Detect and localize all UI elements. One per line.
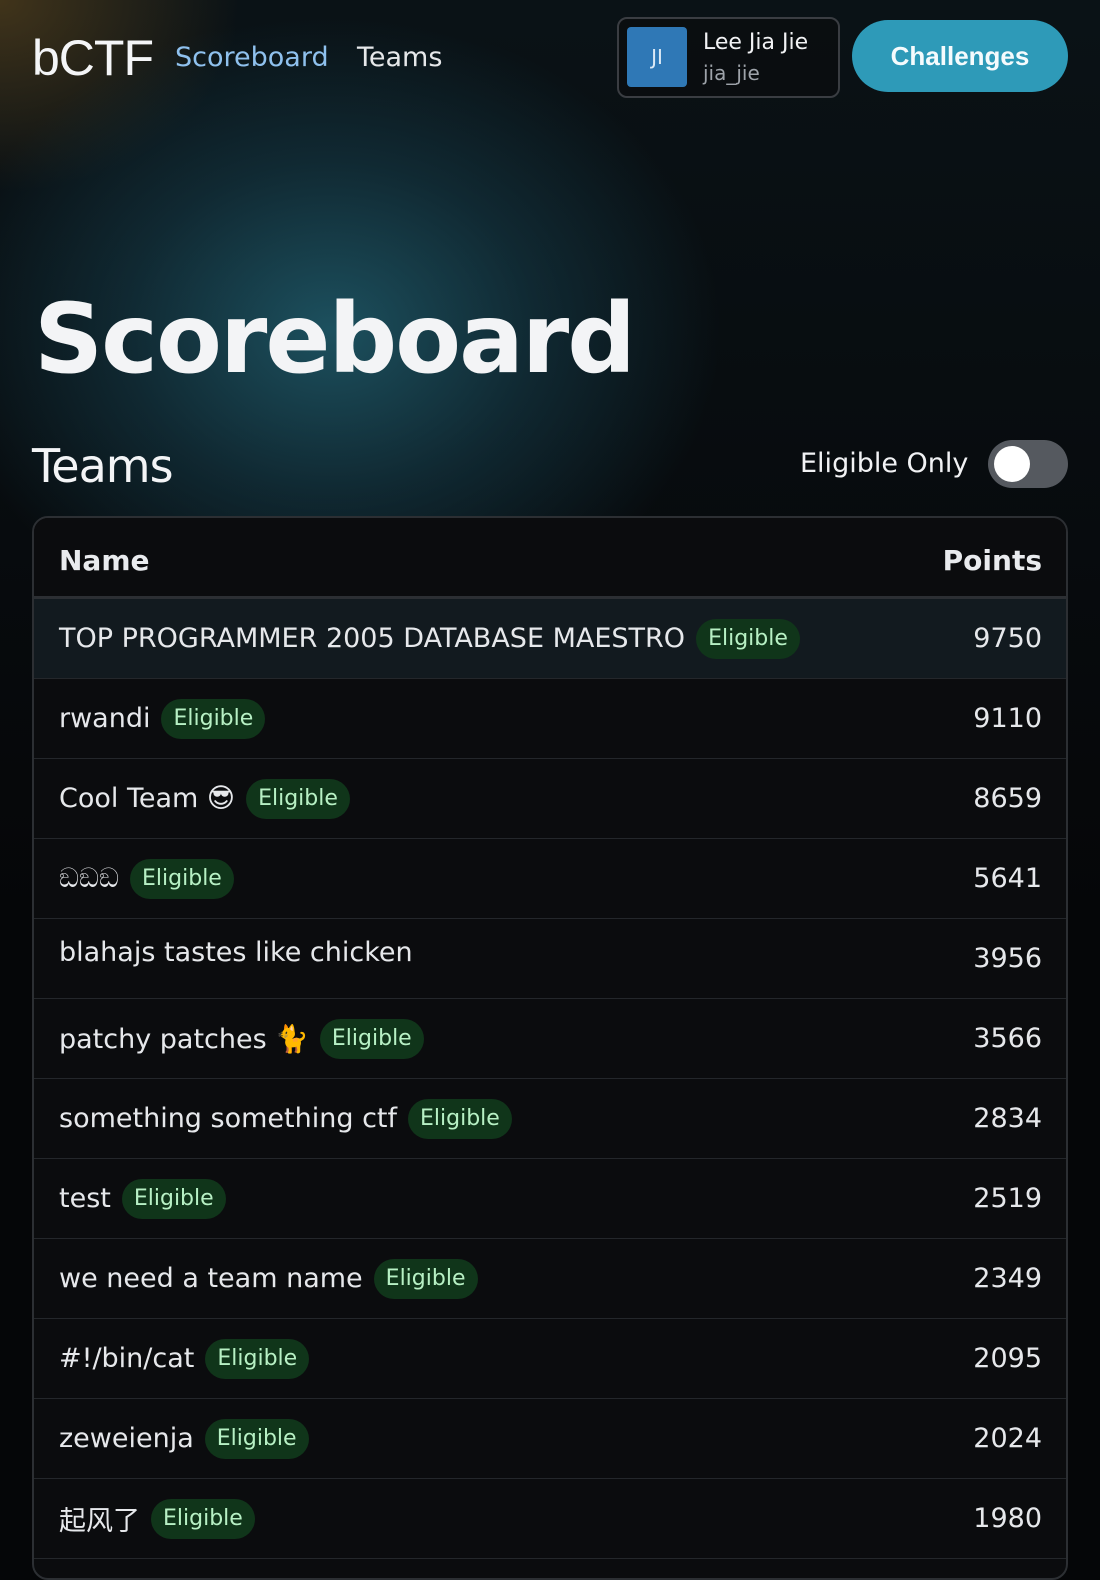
top-navbar: bCTF Scoreboard Teams JI Lee Jia Jie jia… bbox=[0, 0, 1100, 116]
section-title-teams: Teams bbox=[32, 439, 174, 493]
eligible-badge: Eligible bbox=[205, 1338, 310, 1379]
eligible-badge: Eligible bbox=[319, 1018, 424, 1059]
column-header-points[interactable]: Points bbox=[943, 544, 1042, 577]
team-points: 2024 bbox=[973, 1423, 1042, 1454]
team-name-cell: ඞඞඞ Eligible bbox=[59, 839, 234, 918]
eligible-badge: Eligible bbox=[151, 1498, 255, 1539]
team-points: 9110 bbox=[973, 703, 1042, 734]
team-name[interactable]: #!/bin/cat bbox=[59, 1343, 194, 1374]
table-header: Name Points bbox=[34, 518, 1066, 599]
team-name[interactable]: rwandi bbox=[59, 703, 150, 734]
team-points: 2519 bbox=[973, 1183, 1042, 1214]
team-name[interactable]: blahajs tastes like chicken bbox=[59, 937, 413, 968]
team-name-cell: Cool Team 😎 Eligible bbox=[59, 759, 350, 838]
user-profile-card[interactable]: JI Lee Jia Jie jia_jie bbox=[617, 17, 840, 98]
team-name[interactable]: TOP PROGRAMMER 2005 DATABASE MAESTRO bbox=[59, 623, 685, 654]
user-handle: jia_jie bbox=[703, 61, 760, 85]
eligible-badge: Eligible bbox=[161, 698, 266, 739]
nav-link-teams[interactable]: Teams bbox=[357, 40, 442, 76]
team-points: 3956 bbox=[973, 943, 1042, 974]
team-name[interactable]: something something ctf bbox=[59, 1103, 397, 1134]
team-name[interactable]: 起风了 bbox=[59, 1499, 140, 1538]
team-name-cell: 起风了 Eligible bbox=[59, 1479, 255, 1558]
eligible-badge: Eligible bbox=[246, 778, 350, 819]
page-title: Scoreboard bbox=[34, 283, 636, 395]
eligible-badge: Eligible bbox=[408, 1098, 512, 1139]
team-points: 2834 bbox=[973, 1103, 1042, 1134]
column-header-name[interactable]: Name bbox=[59, 544, 150, 577]
team-name[interactable]: patchy patches 🐈 bbox=[59, 1023, 309, 1055]
team-name[interactable]: ඞඞඞ bbox=[59, 863, 119, 895]
team-points: 5641 bbox=[973, 863, 1042, 894]
eligible-only-toggle[interactable] bbox=[988, 440, 1068, 488]
table-row[interactable]: test Eligible 2519 bbox=[34, 1159, 1066, 1239]
eligible-badge: Eligible bbox=[130, 858, 234, 899]
user-display-name: Lee Jia Jie bbox=[703, 30, 809, 55]
table-row[interactable]: rwandi Eligible 9110 bbox=[34, 679, 1066, 759]
eligible-badge: Eligible bbox=[121, 1178, 226, 1219]
team-name-cell: rwandi Eligible bbox=[59, 679, 266, 758]
eligible-badge: Eligible bbox=[696, 618, 800, 659]
eligible-only-filter: Eligible Only bbox=[800, 440, 1068, 488]
team-name-cell: we need a team name Eligible bbox=[59, 1239, 478, 1318]
table-row[interactable]: Cool Team 😎 Eligible 8659 bbox=[34, 759, 1066, 839]
team-name-cell: something something ctf Eligible bbox=[59, 1079, 512, 1158]
team-points: 2095 bbox=[973, 1343, 1042, 1374]
team-name-cell: blahajs tastes like chicken bbox=[59, 919, 424, 998]
challenges-button[interactable]: Challenges bbox=[852, 20, 1068, 92]
team-name-cell: #!/bin/cat Eligible bbox=[59, 1319, 310, 1398]
team-name[interactable]: we need a team name bbox=[59, 1263, 363, 1294]
eligible-badge: Eligible bbox=[204, 1418, 309, 1459]
avatar: JI bbox=[627, 27, 687, 87]
team-name[interactable]: Cool Team 😎 bbox=[59, 783, 235, 814]
table-row[interactable]: something something ctf Eligible 2834 bbox=[34, 1079, 1066, 1159]
toggle-knob bbox=[994, 446, 1030, 482]
table-row[interactable]: zeweienja Eligible 2024 bbox=[34, 1399, 1066, 1479]
table-body: TOP PROGRAMMER 2005 DATABASE MAESTRO Elig… bbox=[34, 599, 1066, 1559]
team-points: 9750 bbox=[973, 623, 1042, 654]
table-row[interactable]: patchy patches 🐈 Eligible 3566 bbox=[34, 999, 1066, 1079]
table-row[interactable]: ඞඞඞ Eligible 5641 bbox=[34, 839, 1066, 919]
nav-link-scoreboard[interactable]: Scoreboard bbox=[175, 40, 329, 76]
team-name-cell: TOP PROGRAMMER 2005 DATABASE MAESTRO Elig… bbox=[59, 599, 800, 678]
team-points: 2349 bbox=[973, 1263, 1042, 1294]
team-points: 8659 bbox=[973, 783, 1042, 814]
table-row[interactable]: 起风了 Eligible 1980 bbox=[34, 1479, 1066, 1559]
team-points: 1980 bbox=[973, 1503, 1042, 1534]
brand-logo[interactable]: bCTF bbox=[32, 30, 154, 86]
team-name-cell: patchy patches 🐈 Eligible bbox=[59, 999, 424, 1078]
table-row[interactable]: #!/bin/cat Eligible 2095 bbox=[34, 1319, 1066, 1399]
table-row[interactable]: blahajs tastes like chicken 3956 bbox=[34, 919, 1066, 999]
table-row[interactable]: we need a team name Eligible 2349 bbox=[34, 1239, 1066, 1319]
eligible-only-label: Eligible Only bbox=[800, 448, 969, 479]
team-name-cell: test Eligible bbox=[59, 1159, 226, 1238]
team-name[interactable]: test bbox=[59, 1183, 111, 1214]
team-name[interactable]: zeweienja bbox=[59, 1423, 194, 1454]
team-points: 3566 bbox=[973, 1023, 1042, 1054]
team-name-cell: zeweienja Eligible bbox=[59, 1399, 309, 1478]
scoreboard-table: Name Points TOP PROGRAMMER 2005 DATABASE… bbox=[32, 516, 1068, 1580]
table-row[interactable]: TOP PROGRAMMER 2005 DATABASE MAESTRO Elig… bbox=[34, 599, 1066, 679]
eligible-badge: Eligible bbox=[373, 1258, 478, 1299]
